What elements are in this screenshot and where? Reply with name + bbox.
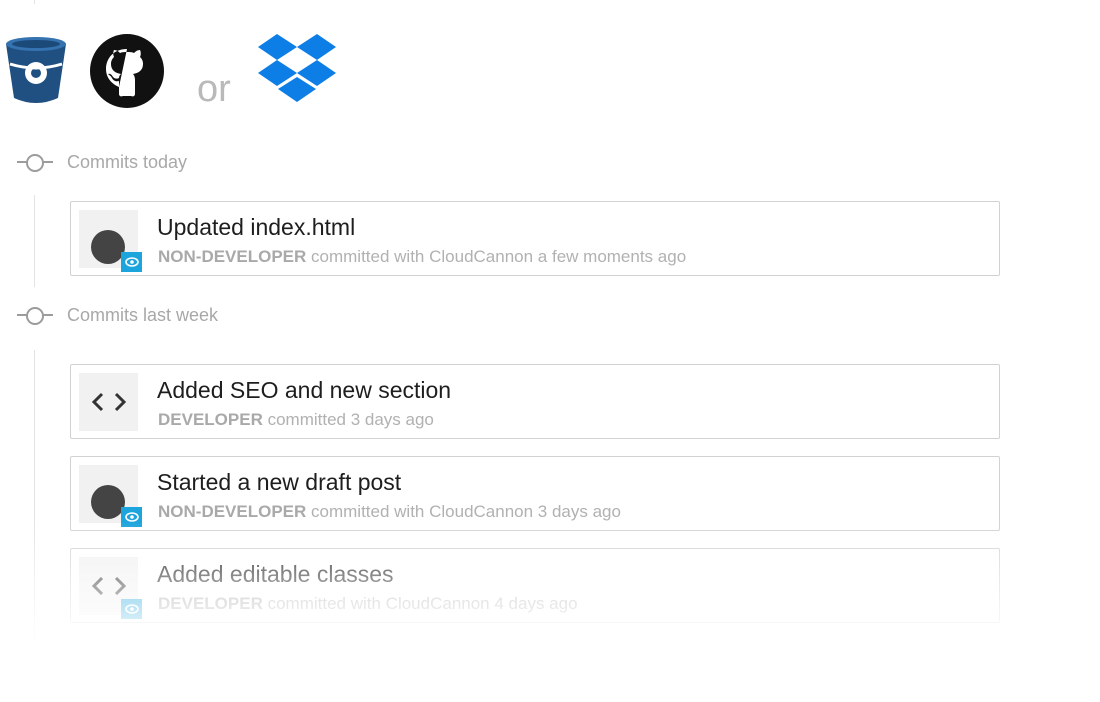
timeline-line (34, 195, 35, 287)
commit-meta: DEVELOPER committed with CloudCannon 4 d… (158, 594, 578, 614)
commit-author-role: DEVELOPER (158, 594, 263, 613)
commit-detail: committed with CloudCannon a few moments… (306, 247, 687, 266)
commit-message: Added SEO and new section (157, 377, 452, 403)
commit-card[interactable]: Started a new draft post NON-DEVELOPER c… (70, 456, 1000, 531)
timeline-line (34, 0, 35, 4)
commit-detail: committed with CloudCannon 3 days ago (306, 502, 621, 521)
or-label: or (197, 68, 231, 110)
commit-detail: committed with CloudCannon 4 days ago (262, 594, 578, 613)
user-avatar-icon (91, 230, 125, 264)
github-icon (90, 34, 164, 113)
commit-message: Updated index.html (157, 214, 356, 240)
commit-meta: DEVELOPER committed 3 days ago (158, 410, 434, 430)
user-avatar-icon (91, 485, 125, 519)
integrations-row: or (0, 30, 360, 110)
commit-author-role: NON-DEVELOPER (158, 247, 307, 266)
commit-thumbnail (79, 557, 142, 619)
cloudcannon-badge-icon (121, 599, 142, 619)
commit-card[interactable]: Added editable classes DEVELOPER committ… (70, 548, 1000, 623)
commit-card[interactable]: Updated index.html NON-DEVELOPER committ… (70, 201, 1000, 276)
dropbox-icon (258, 34, 336, 111)
commit-thumbnail (79, 373, 138, 431)
commit-author-role: NON-DEVELOPER (158, 502, 307, 521)
commit-card[interactable]: Added SEO and new section DEVELOPER comm… (70, 364, 1000, 439)
code-icon (79, 373, 138, 431)
commit-node-icon (17, 305, 53, 325)
commit-meta: NON-DEVELOPER committed with CloudCannon… (158, 247, 686, 267)
commit-detail: committed 3 days ago (262, 410, 434, 429)
section-header-today: Commits today (17, 150, 187, 174)
commit-message: Added editable classes (157, 561, 394, 587)
commit-meta: NON-DEVELOPER committed with CloudCannon… (158, 502, 621, 522)
section-header-last-week: Commits last week (17, 303, 218, 327)
cloudcannon-badge-icon (121, 507, 142, 527)
timeline-line (34, 350, 35, 640)
commit-node-icon (17, 152, 53, 172)
commit-thumbnail (79, 465, 142, 527)
bitbucket-icon (2, 34, 70, 111)
cloudcannon-badge-icon (121, 252, 142, 272)
section-title: Commits last week (67, 304, 219, 325)
section-title: Commits today (67, 151, 188, 172)
commit-message: Started a new draft post (157, 469, 402, 495)
commit-author-role: DEVELOPER (158, 410, 263, 429)
commit-thumbnail (79, 210, 142, 272)
